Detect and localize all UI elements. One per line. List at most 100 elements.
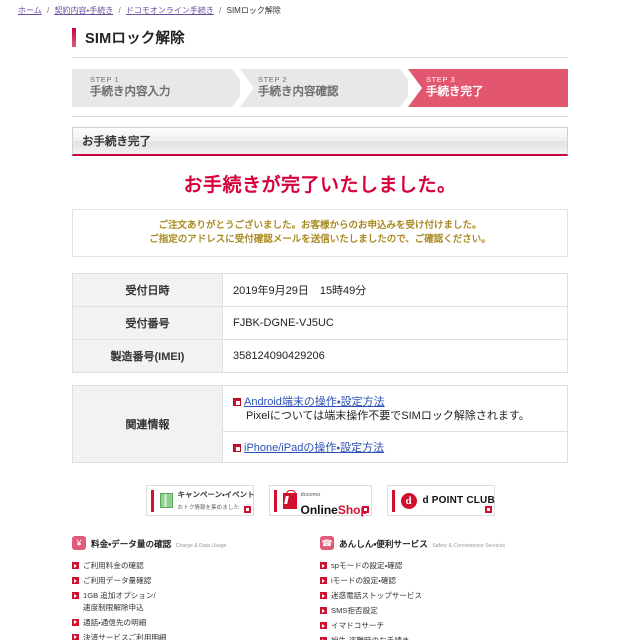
section-header: お手続き完了 [72,127,568,156]
breadcrumb-separator: / [219,6,222,15]
external-link-icon [484,506,492,513]
arrow-bullet-icon [72,577,79,584]
row-value-reception-number: FJBK-DGNE-VJ5UC [222,306,568,340]
external-link-icon [361,506,369,513]
list-item-label: イマドコサーチ [331,621,385,630]
external-link-icon [233,444,241,452]
link-android-guide[interactable]: Android端末の操作・設定方法 [244,396,385,408]
list-item-label: iモードの設定・確認 [331,576,397,585]
step-1-number: STEP 1 [90,75,120,84]
list-item-label: 迷惑電話ストップサービス [331,591,423,600]
footer-link-columns: ¥ 料金・データ量の確認 Charge & Data Usage ご利用料金の確… [72,534,568,640]
list-item[interactable]: spモードの設定・確認 [320,560,554,572]
row-label-reception-datetime: 受付日時 [72,273,223,307]
footer-column-safety-services: ☎ あんしん・便利サービス Safety & Convenience Servi… [320,534,568,640]
list-item-label: 紛失・盗難時のお手続き [331,636,410,640]
row-label-imei: 製造番号(IMEI) [72,339,223,373]
arrow-bullet-icon [72,562,79,569]
list-item[interactable]: iモードの設定・確認 [320,575,554,587]
related-note-pixel: Pixelについては端末操作不要でSIMロック解除されます。 [246,410,530,422]
banner-campaign-subtitle: おトク情報を集めました [177,505,240,511]
steps-divider [72,116,568,117]
list-item[interactable]: ご利用データ量確認 [72,575,306,587]
breadcrumb-item-current: SIMロック解除 [226,6,281,15]
list-item[interactable]: 1GB 追加オプション/速度制限解除申込 [72,590,306,613]
step-3-label: 手続き完了 [426,86,484,98]
footer-column-heading: ☎ あんしん・便利サービス Safety & Convenience Servi… [320,534,554,552]
footer-subheading-text: Safety & Convenience Services [432,543,505,549]
external-link-icon [243,506,251,513]
list-item[interactable]: 迷惑電話ストップサービス [320,590,554,602]
row-value-reception-datetime: 2019年9月29日 15時49分 [222,273,568,307]
banner-shop-brand: docomo [300,491,321,498]
related-cell-iphone: iPhone/iPadの操作・設定方法 [222,431,568,463]
safety-service-icon: ☎ [320,536,334,550]
step-2-number: STEP 2 [258,75,288,84]
banner-campaign-event[interactable]: キャンペーン・イベント おトク情報を集めました [145,485,255,516]
list-item-label: 1GB 追加オプション/ [83,591,156,600]
promo-banner-group: キャンペーン・イベント おトク情報を集めました docomo OnlineSho… [72,485,568,516]
arrow-bullet-icon [320,562,327,569]
page-title-text: SIMロック解除 [85,31,185,47]
completion-headline: お手続きが完了いたしました。 [183,175,457,196]
arrow-bullet-icon [72,633,79,640]
footer-column-charge-data: ¥ 料金・データ量の確認 Charge & Data Usage ご利用料金の確… [72,534,320,640]
footer-list-safety-services: spモードの設定・確認 iモードの設定・確認 迷惑電話ストップサービス SMS拒… [320,560,554,640]
arrow-bullet-icon [320,592,327,599]
external-link-icon [233,398,241,406]
banner-dpoint-title: d POINT CLUB [422,495,495,506]
list-item[interactable]: ご利用料金の確認 [72,560,306,572]
list-item[interactable]: SMS拒否設定 [320,605,554,617]
breadcrumb-item-contract[interactable]: 契約内容・手続き [54,6,113,15]
breadcrumb-item-home[interactable]: ホーム [18,6,42,15]
breadcrumb-item-online-procedure[interactable]: ドコモオンライン手続き [126,6,214,15]
notice-line-2: ご指定のアドレスに受付確認メールを送信いたしましたので、ご確認ください。 [149,234,491,245]
gift-icon [159,493,173,508]
row-label-reception-number: 受付番号 [72,306,223,340]
step-2: STEP 2 手続き内容確認 [240,69,414,107]
related-info-table: 関連情報 Android端末の操作・設定方法 Pixelについては端末操作不要で… [72,385,568,463]
list-item-label-line2: 速度制限解除申込 [83,602,144,612]
list-item-label: 通話・通信先の明細 [83,617,147,627]
charge-data-icon: ¥ [72,536,86,550]
breadcrumb-separator: / [118,6,121,15]
related-cell-android: Android端末の操作・設定方法 Pixelについては端末操作不要でSIMロッ… [222,385,568,432]
banner-accent-bar [391,489,395,512]
table-row: 関連情報 Android端末の操作・設定方法 Pixelについては端末操作不要で… [72,385,568,463]
table-row: 受付日時 2019年9月29日 15時49分 [72,273,568,307]
banner-docomo-online-shop[interactable]: docomo OnlineShop [268,485,372,517]
list-item-label: 決済サービスご利用明細 [83,632,167,640]
table-row: 受付番号 FJBK-DGNE-VJ5UC [72,306,568,340]
arrow-bullet-icon [72,592,79,599]
step-indicator: STEP 1 手続き内容入力 STEP 2 手続き内容確認 STEP 3 手続き… [72,69,568,107]
list-item[interactable]: 通話・通信先の明細 [72,617,306,629]
list-item[interactable]: 決済サービスご利用明細 [72,632,306,640]
link-iphone-ipad-guide[interactable]: iPhone/iPadの操作・設定方法 [244,442,384,454]
list-item[interactable]: 紛失・盗難時のお手続き [320,635,554,640]
banner-accent-bar [150,489,154,512]
banner-shop-title: OnlineShop [300,502,368,517]
notice-box: ご注文ありがとうございました。お客様からのお申込みを受け付けました。 ご指定のア… [72,209,568,257]
step-1-label: 手続き内容入力 [90,86,171,98]
step-3-number: STEP 3 [426,75,456,84]
page-title: SIMロック解除 [72,27,568,48]
banner-d-point-club[interactable]: d d POINT CLUB [386,485,495,516]
title-accent-bar [72,28,76,47]
footer-column-heading: ¥ 料金・データ量の確認 Charge & Data Usage [72,534,306,552]
reception-info-table: 受付日時 2019年9月29日 15時49分 受付番号 FJBK-DGNE-VJ… [72,273,568,373]
list-item[interactable]: イマドコサーチ [320,620,554,632]
table-row: 製造番号(IMEI) 358124090429206 [72,339,568,373]
list-item-label: spモードの設定・確認 [331,561,403,570]
arrow-bullet-icon [320,622,327,629]
banner-accent-bar [273,489,277,512]
title-divider [72,57,568,58]
list-item-label: SMS拒否設定 [331,606,378,615]
footer-heading-text: あんしん・便利サービス [339,539,428,549]
list-item-label: ご利用データ量確認 [83,576,152,585]
list-item-label: ご利用料金の確認 [83,561,144,570]
step-2-label: 手続き内容確認 [258,86,339,98]
footer-heading-text: 料金・データ量の確認 [91,539,172,549]
shopping-bag-icon [282,489,297,509]
arrow-bullet-icon [320,577,327,584]
arrow-bullet-icon [72,618,79,626]
